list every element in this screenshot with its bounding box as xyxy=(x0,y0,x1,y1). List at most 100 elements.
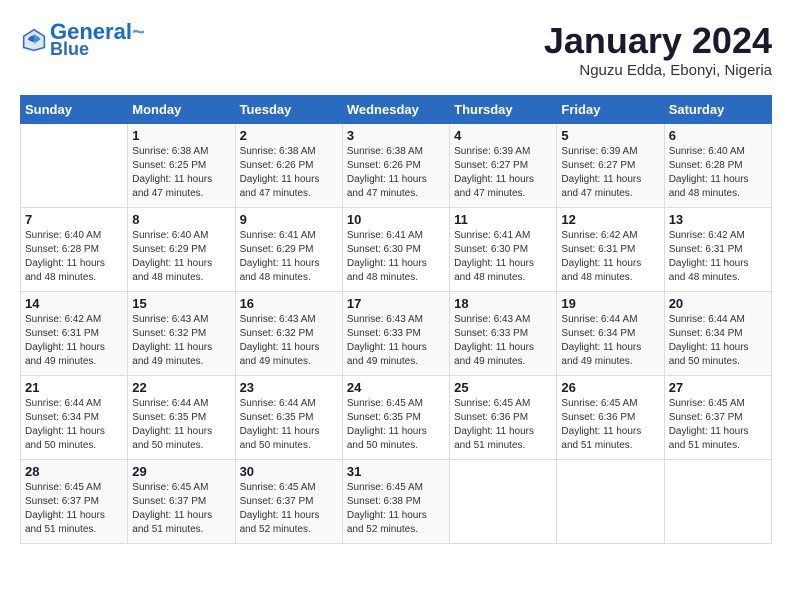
day-info: Sunrise: 6:38 AM Sunset: 6:26 PM Dayligh… xyxy=(240,145,338,201)
calendar-week-row: 28 Sunrise: 6:45 AM Sunset: 6:37 PM Dayli… xyxy=(21,460,772,544)
header-cell-saturday: Saturday xyxy=(664,96,771,124)
day-info: Sunrise: 6:38 AM Sunset: 6:25 PM Dayligh… xyxy=(132,145,230,201)
calendar-cell: 19Sunrise: 6:44 AM Sunset: 6:34 PM Dayli… xyxy=(557,292,664,376)
calendar-cell: 7Sunrise: 6:40 AM Sunset: 6:28 PM Daylig… xyxy=(21,208,128,292)
day-info: Sunrise: 6:41 AM Sunset: 6:29 PM Dayligh… xyxy=(240,229,338,285)
calendar-cell: 2Sunrise: 6:38 AM Sunset: 6:26 PM Daylig… xyxy=(235,124,342,208)
day-number: 26 xyxy=(561,380,659,395)
calendar-cell: 26 Sunrise: 6:45 AM Sunset: 6:36 PM Dayli… xyxy=(557,376,664,460)
calendar-cell: 9 Sunrise: 6:41 AM Sunset: 6:29 PM Daylig… xyxy=(235,208,342,292)
calendar-cell xyxy=(450,460,557,544)
logo-icon xyxy=(20,26,48,54)
day-number: 13 xyxy=(669,212,767,227)
calendar-cell: 28 Sunrise: 6:45 AM Sunset: 6:37 PM Dayli… xyxy=(21,460,128,544)
day-info: Sunrise: 6:42 AM Sunset: 6:31 PM Dayligh… xyxy=(669,229,767,285)
day-number: 31 xyxy=(347,464,445,479)
day-number: 20 xyxy=(669,296,767,311)
day-number: 7 xyxy=(25,212,123,227)
day-number: 16 xyxy=(240,296,338,311)
calendar-cell: 30 Sunrise: 6:45 AM Sunset: 6:37 PM Dayli… xyxy=(235,460,342,544)
header-cell-thursday: Thursday xyxy=(450,96,557,124)
calendar-cell: 8 Sunrise: 6:40 AM Sunset: 6:29 PM Daylig… xyxy=(128,208,235,292)
calendar-week-row: 21 Sunrise: 6:44 AM Sunset: 6:34 PM Dayli… xyxy=(21,376,772,460)
title-block: January 2024 Nguzu Edda, Ebonyi, Nigeria xyxy=(544,20,772,79)
day-info: Sunrise: 6:40 AM Sunset: 6:29 PM Dayligh… xyxy=(132,229,230,285)
day-number: 5 xyxy=(561,128,659,143)
day-info: Sunrise: 6:45 AM Sunset: 6:37 PM Dayligh… xyxy=(25,481,123,537)
day-number: 27 xyxy=(669,380,767,395)
day-number: 11 xyxy=(454,212,552,227)
day-number: 18 xyxy=(454,296,552,311)
day-number: 25 xyxy=(454,380,552,395)
day-number: 15 xyxy=(132,296,230,311)
calendar-cell: 10Sunrise: 6:41 AM Sunset: 6:30 PM Dayli… xyxy=(342,208,449,292)
location: Nguzu Edda, Ebonyi, Nigeria xyxy=(544,62,772,79)
calendar-cell: 5 Sunrise: 6:39 AM Sunset: 6:27 PM Daylig… xyxy=(557,124,664,208)
header-cell-wednesday: Wednesday xyxy=(342,96,449,124)
calendar-table: SundayMondayTuesdayWednesdayThursdayFrid… xyxy=(20,95,772,544)
day-info: Sunrise: 6:39 AM Sunset: 6:27 PM Dayligh… xyxy=(561,145,659,201)
day-number: 24 xyxy=(347,380,445,395)
day-info: Sunrise: 6:45 AM Sunset: 6:37 PM Dayligh… xyxy=(669,397,767,453)
calendar-cell: 3 Sunrise: 6:38 AM Sunset: 6:26 PM Daylig… xyxy=(342,124,449,208)
day-info: Sunrise: 6:44 AM Sunset: 6:35 PM Dayligh… xyxy=(132,397,230,453)
calendar-cell: 1Sunrise: 6:38 AM Sunset: 6:25 PM Daylig… xyxy=(128,124,235,208)
calendar-cell xyxy=(557,460,664,544)
calendar-cell: 25Sunrise: 6:45 AM Sunset: 6:36 PM Dayli… xyxy=(450,376,557,460)
day-info: Sunrise: 6:43 AM Sunset: 6:33 PM Dayligh… xyxy=(454,313,552,369)
day-info: Sunrise: 6:43 AM Sunset: 6:32 PM Dayligh… xyxy=(240,313,338,369)
calendar-cell: 18 Sunrise: 6:43 AM Sunset: 6:33 PM Dayli… xyxy=(450,292,557,376)
header-cell-sunday: Sunday xyxy=(21,96,128,124)
calendar-cell: 14 Sunrise: 6:42 AM Sunset: 6:31 PM Dayli… xyxy=(21,292,128,376)
day-number: 4 xyxy=(454,128,552,143)
day-info: Sunrise: 6:42 AM Sunset: 6:31 PM Dayligh… xyxy=(25,313,123,369)
calendar-cell: 24 Sunrise: 6:45 AM Sunset: 6:35 PM Dayli… xyxy=(342,376,449,460)
header-cell-tuesday: Tuesday xyxy=(235,96,342,124)
day-info: Sunrise: 6:43 AM Sunset: 6:32 PM Dayligh… xyxy=(132,313,230,369)
day-number: 21 xyxy=(25,380,123,395)
calendar-cell: 12 Sunrise: 6:42 AM Sunset: 6:31 PM Dayli… xyxy=(557,208,664,292)
day-info: Sunrise: 6:45 AM Sunset: 6:35 PM Dayligh… xyxy=(347,397,445,453)
day-number: 9 xyxy=(240,212,338,227)
day-number: 19 xyxy=(561,296,659,311)
day-info: Sunrise: 6:44 AM Sunset: 6:34 PM Dayligh… xyxy=(25,397,123,453)
day-info: Sunrise: 6:45 AM Sunset: 6:36 PM Dayligh… xyxy=(561,397,659,453)
day-number: 12 xyxy=(561,212,659,227)
calendar-cell: 20Sunrise: 6:44 AM Sunset: 6:34 PM Dayli… xyxy=(664,292,771,376)
day-number: 23 xyxy=(240,380,338,395)
day-info: Sunrise: 6:41 AM Sunset: 6:30 PM Dayligh… xyxy=(347,229,445,285)
day-info: Sunrise: 6:42 AM Sunset: 6:31 PM Dayligh… xyxy=(561,229,659,285)
calendar-cell: 13 Sunrise: 6:42 AM Sunset: 6:31 PM Dayli… xyxy=(664,208,771,292)
calendar-cell: 15 Sunrise: 6:43 AM Sunset: 6:32 PM Dayli… xyxy=(128,292,235,376)
calendar-cell: 11Sunrise: 6:41 AM Sunset: 6:30 PM Dayli… xyxy=(450,208,557,292)
calendar-cell: 27 Sunrise: 6:45 AM Sunset: 6:37 PM Dayli… xyxy=(664,376,771,460)
calendar-cell: 23 Sunrise: 6:44 AM Sunset: 6:35 PM Dayli… xyxy=(235,376,342,460)
calendar-cell: 21 Sunrise: 6:44 AM Sunset: 6:34 PM Dayli… xyxy=(21,376,128,460)
calendar-week-row: 7Sunrise: 6:40 AM Sunset: 6:28 PM Daylig… xyxy=(21,208,772,292)
calendar-header-row: SundayMondayTuesdayWednesdayThursdayFrid… xyxy=(21,96,772,124)
day-number: 30 xyxy=(240,464,338,479)
day-info: Sunrise: 6:38 AM Sunset: 6:26 PM Dayligh… xyxy=(347,145,445,201)
day-info: Sunrise: 6:45 AM Sunset: 6:38 PM Dayligh… xyxy=(347,481,445,537)
day-number: 3 xyxy=(347,128,445,143)
day-number: 8 xyxy=(132,212,230,227)
day-number: 14 xyxy=(25,296,123,311)
calendar-cell: 4 Sunrise: 6:39 AM Sunset: 6:27 PM Daylig… xyxy=(450,124,557,208)
calendar-cell xyxy=(664,460,771,544)
header-cell-monday: Monday xyxy=(128,96,235,124)
calendar-cell: 29Sunrise: 6:45 AM Sunset: 6:37 PM Dayli… xyxy=(128,460,235,544)
day-number: 17 xyxy=(347,296,445,311)
calendar-week-row: 14 Sunrise: 6:42 AM Sunset: 6:31 PM Dayli… xyxy=(21,292,772,376)
day-number: 28 xyxy=(25,464,123,479)
page-header: General~ Blue January 2024 Nguzu Edda, E… xyxy=(20,20,772,79)
calendar-cell: 6Sunrise: 6:40 AM Sunset: 6:28 PM Daylig… xyxy=(664,124,771,208)
logo-text: General~ Blue xyxy=(50,20,145,60)
day-info: Sunrise: 6:44 AM Sunset: 6:35 PM Dayligh… xyxy=(240,397,338,453)
day-number: 6 xyxy=(669,128,767,143)
day-info: Sunrise: 6:39 AM Sunset: 6:27 PM Dayligh… xyxy=(454,145,552,201)
logo: General~ Blue xyxy=(20,20,145,60)
calendar-week-row: 1Sunrise: 6:38 AM Sunset: 6:25 PM Daylig… xyxy=(21,124,772,208)
header-cell-friday: Friday xyxy=(557,96,664,124)
day-info: Sunrise: 6:43 AM Sunset: 6:33 PM Dayligh… xyxy=(347,313,445,369)
day-info: Sunrise: 6:45 AM Sunset: 6:37 PM Dayligh… xyxy=(240,481,338,537)
